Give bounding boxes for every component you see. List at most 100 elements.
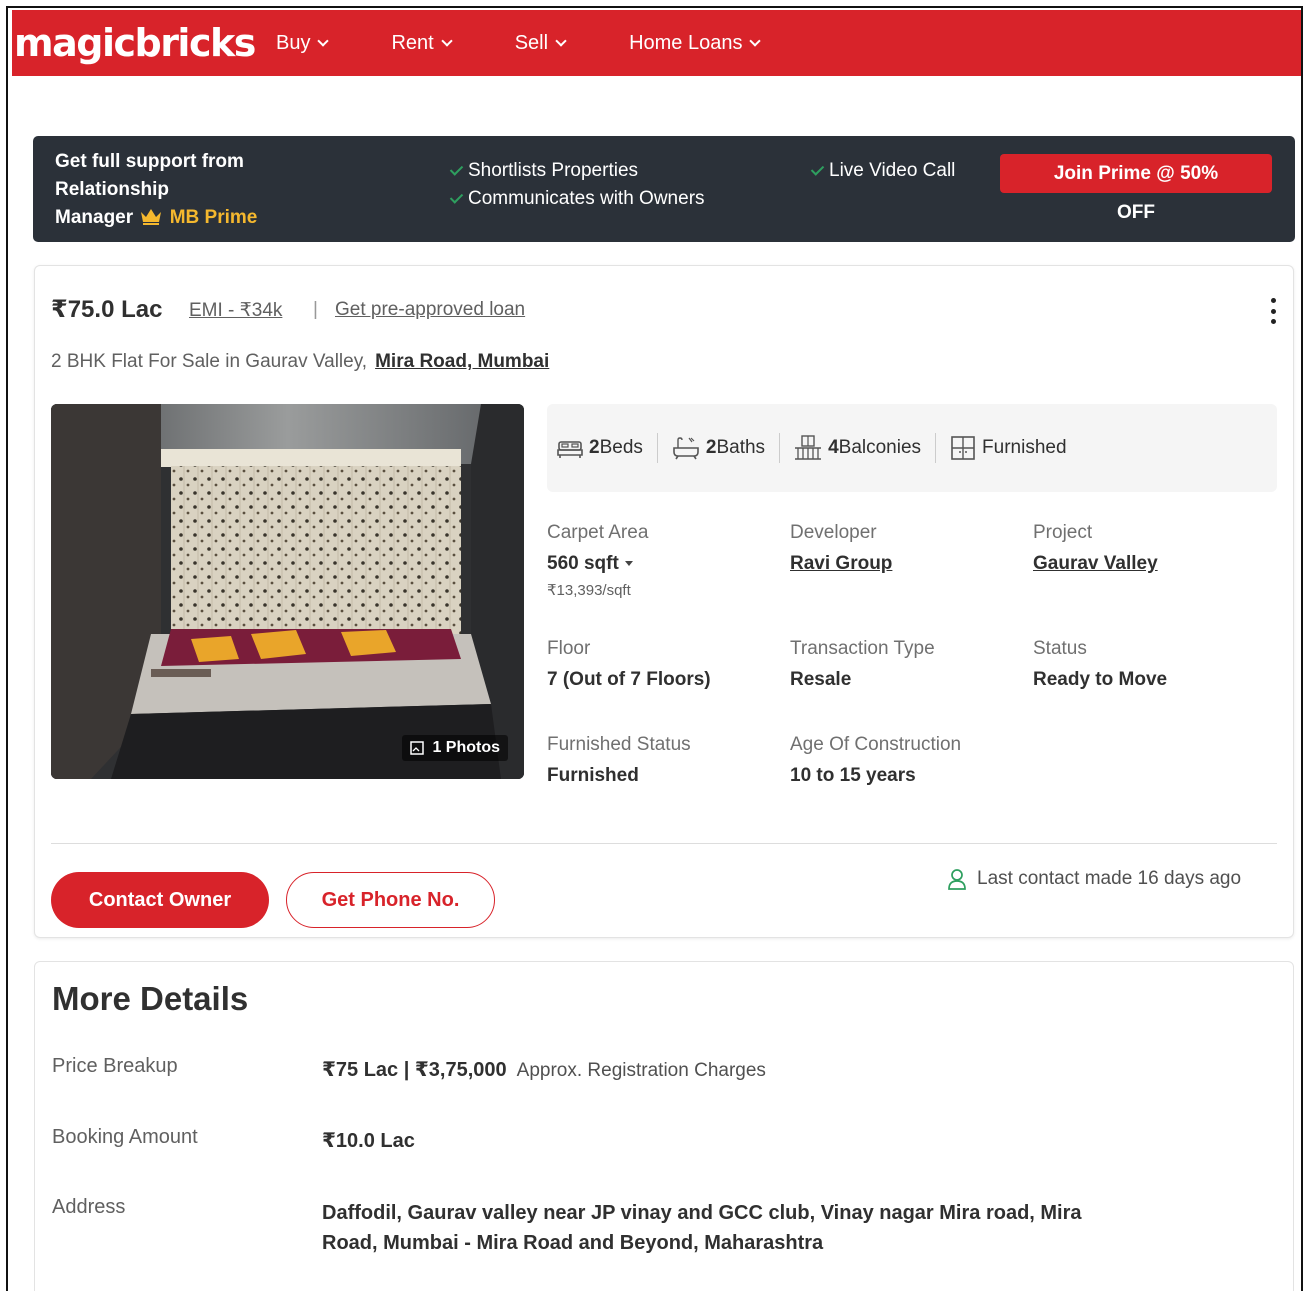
balconies-label: Balconies — [838, 437, 922, 458]
address-label: Address — [52, 1196, 126, 1218]
location-link[interactable]: Mira Road, Mumbai — [375, 351, 549, 372]
price-breakup-label: Price Breakup — [52, 1055, 178, 1077]
chevron-down-icon — [749, 34, 762, 47]
prime-title-line2: Relationship — [55, 179, 170, 200]
balconies-count: 4 — [828, 437, 839, 458]
carpet-area-label: Carpet Area — [547, 522, 649, 543]
price-breakup-amount: ₹75 Lac | ₹3,75,000 — [322, 1059, 507, 1081]
nav-rent-label: Rent — [391, 31, 434, 54]
feature-live-video: Live Video Call — [810, 160, 956, 182]
bed-icon — [557, 441, 583, 458]
transaction-type-value: Resale — [790, 669, 852, 690]
price-per-sqft: ₹13,393/sqft — [547, 582, 631, 599]
last-contact-info: Last contact made 16 days ago — [947, 868, 1241, 890]
age-of-construction-value: 10 to 15 years — [790, 765, 916, 786]
nav-home-loans[interactable]: Home Loans — [629, 31, 762, 55]
join-prime-off-text: OFF — [1117, 202, 1155, 223]
project-label: Project — [1033, 522, 1093, 543]
join-prime-button[interactable]: Join Prime @ 50% — [1000, 154, 1272, 193]
furnished-status-label: Furnished Status — [547, 734, 691, 755]
check-icon — [449, 190, 464, 204]
project-link[interactable]: Gaurav Valley — [1033, 553, 1158, 575]
developer-link[interactable]: Ravi Group — [790, 553, 892, 575]
check-icon — [810, 162, 825, 176]
floor-label: Floor — [547, 638, 591, 659]
property-subtitle: 2 BHK Flat For Sale in Gaurav Valley, Mir… — [51, 351, 549, 373]
registration-charges-note: Approx. Registration Charges — [516, 1060, 766, 1081]
page-frame: magicbricks Buy Rent Sell Home Loans Get… — [6, 6, 1303, 1291]
nav-home-loans-label: Home Loans — [629, 31, 743, 54]
bathtub-icon — [673, 437, 699, 460]
amenity-furnished: Furnished — [950, 433, 1081, 463]
main-nav: Buy Rent Sell Home Loans — [276, 32, 823, 55]
prime-title-line3: Manager — [55, 207, 134, 228]
caret-down-icon — [624, 561, 633, 566]
chevron-down-icon — [441, 34, 453, 47]
booking-amount-value: ₹10.0 Lac — [322, 1130, 415, 1152]
magicbricks-logo[interactable]: magicbricks — [14, 21, 276, 65]
carpet-area-text: 560 sqft — [547, 553, 619, 574]
status-value: Ready to Move — [1033, 669, 1168, 690]
user-icon — [948, 869, 966, 890]
nav-rent[interactable]: Rent — [391, 31, 453, 55]
amenities-bar: 2Beds 2Baths 4Balconies Furnished — [547, 404, 1277, 492]
emi-link[interactable]: EMI - ₹34k — [189, 299, 282, 322]
carpet-area-value[interactable]: 560 sqft — [547, 553, 633, 575]
chevron-down-icon — [555, 34, 567, 47]
floor-value: 7 (Out of 7 Floors) — [547, 669, 711, 690]
balcony-icon — [795, 435, 822, 460]
more-details-title: More Details — [52, 980, 249, 1017]
feature-label: Shortlists Properties — [468, 160, 639, 181]
photos-count-label: 1 Photos — [432, 739, 500, 756]
last-contact-text: Last contact made 16 days ago — [977, 868, 1242, 889]
feature-label: Live Video Call — [829, 160, 956, 181]
chevron-down-icon — [317, 34, 330, 47]
address-line2: Road, Mumbai - Mira Road and Beyond, Mah… — [322, 1232, 824, 1254]
baths-count: 2 — [705, 437, 717, 458]
feature-communicates: Communicates with Owners — [449, 188, 705, 210]
get-phone-button[interactable]: Get Phone No. — [286, 872, 495, 928]
mb-prime-brand: MB Prime — [169, 207, 258, 228]
feature-label: Communicates with Owners — [468, 188, 705, 209]
prime-banner-title: Get full support from Relationship Manag… — [55, 148, 355, 232]
property-photo[interactable]: 1 Photos — [51, 404, 524, 779]
property-card: ₹75.0 Lac EMI - ₹34k | Get pre-approved … — [34, 265, 1294, 938]
separator: | — [313, 299, 318, 320]
top-navbar: magicbricks Buy Rent Sell Home Loans — [12, 10, 1301, 76]
address-line1: Daffodil, Gaurav valley near JP vinay an… — [322, 1202, 1082, 1224]
furnished-icon — [951, 436, 975, 460]
address-value: Daffodil, Gaurav valley near JP vinay an… — [322, 1198, 1082, 1258]
prime-title-line1: Get full support from — [55, 151, 244, 172]
nav-sell[interactable]: Sell — [515, 32, 567, 55]
photos-count-badge[interactable]: 1 Photos — [402, 735, 508, 761]
furnished-label: Furnished — [982, 437, 1067, 458]
status-label: Status — [1033, 638, 1087, 659]
amenity-beds: 2Beds — [557, 433, 658, 463]
amenity-balconies: 4Balconies — [794, 433, 937, 463]
property-title: 2 BHK Flat For Sale in Gaurav Valley, — [51, 351, 368, 372]
pre-approved-loan-link[interactable]: Get pre-approved loan — [335, 299, 525, 321]
card-divider — [51, 843, 1277, 844]
crown-icon — [141, 209, 162, 225]
amenity-baths: 2Baths — [672, 433, 781, 463]
prime-banner: Get full support from Relationship Manag… — [33, 136, 1295, 242]
more-details-section: More Details Price Breakup ₹75 Lac | ₹3,… — [34, 961, 1294, 1291]
more-options-icon[interactable] — [1270, 298, 1276, 324]
baths-label: Baths — [716, 437, 766, 458]
price-breakup-value: ₹75 Lac | ₹3,75,000 Approx. Registration … — [322, 1057, 766, 1082]
age-of-construction-label: Age Of Construction — [790, 734, 962, 755]
bedroom-photo-image — [51, 404, 524, 779]
nav-buy-label: Buy — [276, 31, 311, 54]
booking-amount-label: Booking Amount — [52, 1126, 198, 1148]
nav-buy[interactable]: Buy — [276, 31, 330, 55]
transaction-type-label: Transaction Type — [790, 638, 935, 659]
feature-shortlists: Shortlists Properties — [449, 160, 639, 182]
property-price: ₹75.0 Lac — [51, 296, 163, 323]
check-icon — [449, 162, 464, 176]
beds-count: 2 — [589, 437, 600, 458]
image-icon — [410, 741, 425, 755]
furnished-status-value: Furnished — [547, 765, 639, 786]
contact-owner-button[interactable]: Contact Owner — [51, 872, 269, 928]
developer-label: Developer — [790, 522, 877, 543]
beds-label: Beds — [599, 437, 643, 458]
